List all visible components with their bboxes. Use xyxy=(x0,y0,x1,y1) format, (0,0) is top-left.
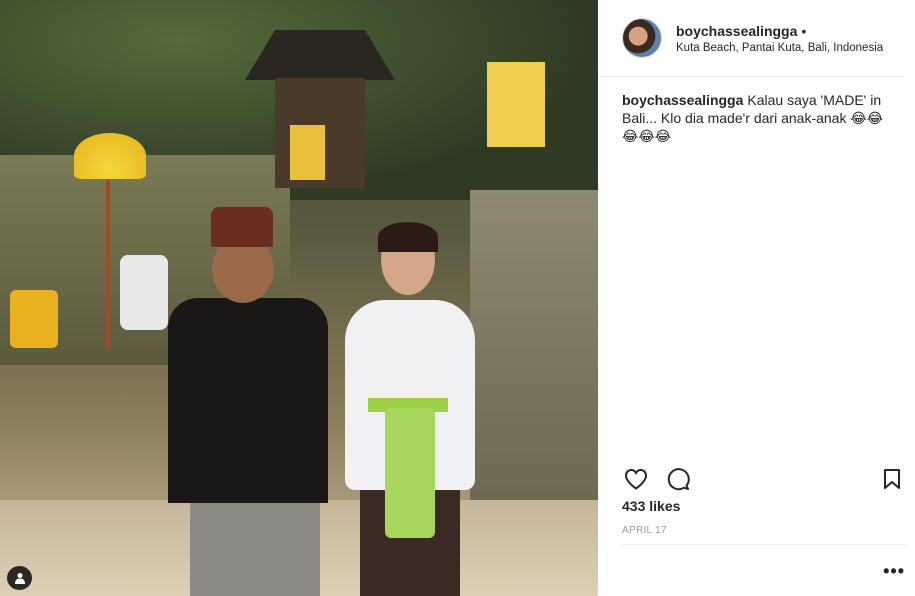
photo-man-hat xyxy=(211,207,273,247)
comment-icon[interactable] xyxy=(664,465,692,493)
post-sidebar: boychassealingga • Kuta Beach, Pantai Ku… xyxy=(598,0,915,596)
photo-statue-left xyxy=(10,290,58,348)
post-photo[interactable] xyxy=(0,0,598,596)
action-bar xyxy=(622,465,906,493)
photo-man xyxy=(168,298,328,503)
instagram-post: boychassealingga • Kuta Beach, Pantai Ku… xyxy=(0,0,915,596)
separator-dot: • xyxy=(801,22,807,39)
photo-sash-drape xyxy=(385,408,435,538)
user-tag-icon[interactable] xyxy=(7,566,32,590)
photo-yellow-banner-right xyxy=(487,62,545,147)
heart-icon[interactable] xyxy=(622,465,650,493)
photo-statue xyxy=(120,255,168,330)
username-link[interactable]: boychassealingga xyxy=(676,23,797,39)
photo-man-pants xyxy=(190,495,320,596)
bookmark-icon[interactable] xyxy=(878,465,906,493)
photo-umbrella-pole xyxy=(106,178,110,348)
photo-wall-right xyxy=(470,190,598,520)
post-header: boychassealingga • Kuta Beach, Pantai Ku… xyxy=(598,0,906,77)
post-caption: boychassealingga Kalau saya 'MADE' in Bal… xyxy=(598,77,915,145)
avatar[interactable] xyxy=(622,18,662,58)
likes-count[interactable]: 433 likes xyxy=(622,498,680,514)
username-row: boychassealingga • xyxy=(676,23,883,39)
post-date[interactable]: APRIL 17 xyxy=(622,525,667,536)
location-link[interactable]: Kuta Beach, Pantai Kuta, Bali, Indonesia xyxy=(676,42,883,54)
photo-woman-hair xyxy=(378,222,438,252)
photo-yellow-banner xyxy=(290,125,325,180)
caption-username-link[interactable]: boychassealingga xyxy=(622,92,743,108)
more-options-icon[interactable]: ••• xyxy=(883,562,905,580)
post-meta: boychassealingga • Kuta Beach, Pantai Ku… xyxy=(676,23,883,54)
photo-yellow-umbrella xyxy=(74,133,146,179)
divider xyxy=(622,544,906,545)
